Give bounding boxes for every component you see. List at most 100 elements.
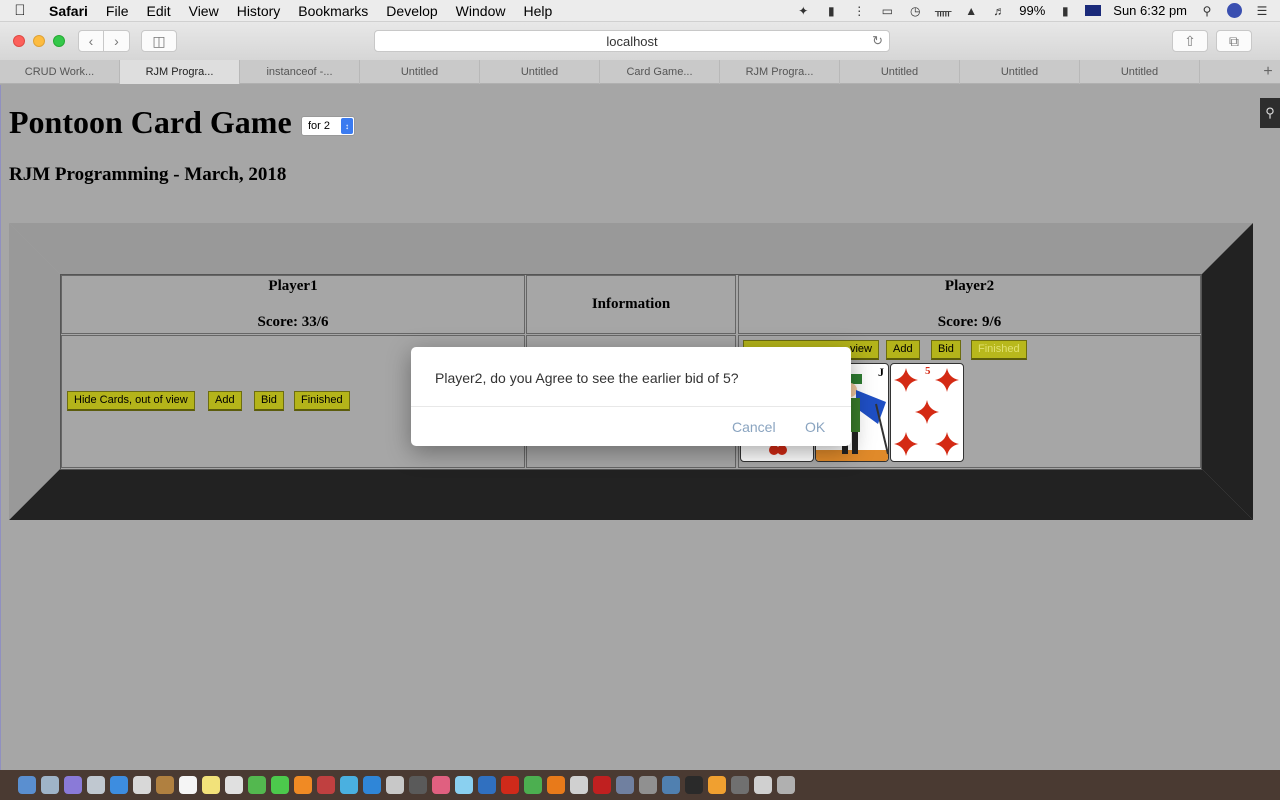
preview-icon[interactable] (40, 776, 59, 794)
player1-name: Player1 (268, 278, 318, 294)
player2-bid-button[interactable]: Bid (931, 340, 961, 360)
wifi-icon[interactable]: ▲ (963, 4, 979, 18)
filezilla-icon[interactable] (500, 776, 519, 794)
help-icon[interactable] (638, 776, 657, 794)
xcode-icon[interactable] (477, 776, 496, 794)
notes-icon[interactable] (201, 776, 220, 794)
address-bar[interactable]: localhost ↻ (374, 30, 890, 52)
mail-icon[interactable] (132, 776, 151, 794)
terminal-icon[interactable] (408, 776, 427, 794)
share-button[interactable]: ⇧ (1172, 30, 1208, 52)
volume-icon[interactable]: ♬ (991, 4, 1007, 18)
dialog-message: Player2, do you Agree to see the earlier… (435, 370, 739, 386)
bluetooth-icon[interactable]: ᚅ (935, 4, 951, 18)
notification-center-icon[interactable]: ☰ (1254, 4, 1270, 18)
messages-icon[interactable] (270, 776, 289, 794)
clock[interactable]: Sun 6:32 pm (1113, 3, 1187, 18)
tab-untitled-3[interactable]: Untitled (840, 60, 960, 84)
search-icon[interactable]: ⚲ (1260, 98, 1280, 128)
menu-safari[interactable]: Safari (40, 0, 97, 22)
contacts-icon[interactable] (155, 776, 174, 794)
facetime-icon[interactable] (339, 776, 358, 794)
back-button[interactable]: ‹ (78, 30, 104, 52)
photo-booth-icon[interactable] (316, 776, 335, 794)
menu-view[interactable]: View (180, 0, 228, 22)
textedit-icon[interactable] (569, 776, 588, 794)
show-all-tabs-button[interactable]: ⧉ (1216, 30, 1252, 52)
reminders-icon[interactable] (224, 776, 243, 794)
safari-icon[interactable] (109, 776, 128, 794)
new-tab-icon[interactable]: + (1256, 60, 1280, 83)
dialog-cancel-button[interactable]: Cancel (732, 419, 776, 435)
launchpad-icon[interactable] (86, 776, 105, 794)
player1-finished-button[interactable]: Finished (294, 391, 350, 411)
player1-header: Player1 Score: 33/6 (61, 275, 525, 334)
player-count-value: for 2 (308, 120, 331, 132)
calendar-icon[interactable] (178, 776, 197, 794)
siri-icon[interactable] (63, 776, 82, 794)
firefox-icon[interactable] (546, 776, 565, 794)
player1-bid-button[interactable]: Bid (254, 391, 284, 411)
time-machine-icon[interactable]: ◷ (907, 4, 923, 18)
menu-window[interactable]: Window (447, 0, 515, 22)
dots-icon[interactable]: ⋮ (851, 4, 867, 18)
tab-instanceof[interactable]: instanceof -... (240, 60, 360, 84)
jack-rank-label: J (878, 365, 884, 379)
itunes-icon[interactable] (431, 776, 450, 794)
chrome-icon[interactable] (523, 776, 542, 794)
menu-file[interactable]: File (97, 0, 138, 22)
menu-extra-icon[interactable]: ▮ (823, 4, 839, 18)
airplay-icon[interactable]: ▭ (879, 4, 895, 18)
reload-icon[interactable]: ↻ (872, 33, 883, 49)
close-window-button[interactable] (13, 35, 25, 47)
flag-icon[interactable] (1085, 5, 1102, 16)
tab-untitled-2[interactable]: Untitled (480, 60, 600, 84)
tab-untitled-5[interactable]: Untitled (1080, 60, 1200, 84)
menu-bar:  Safari File Edit View History Bookmark… (0, 0, 1280, 22)
minimize-window-button[interactable] (33, 35, 45, 47)
photos-icon[interactable] (293, 776, 312, 794)
opera-icon[interactable] (592, 776, 611, 794)
menu-edit[interactable]: Edit (137, 0, 179, 22)
scrollbar[interactable] (1260, 128, 1280, 770)
tab-untitled-1[interactable]: Untitled (360, 60, 480, 84)
downloads-icon[interactable] (753, 776, 772, 794)
tool-icon[interactable]: ✦ (795, 4, 811, 18)
player-count-select[interactable]: for 2 ↕ (301, 116, 355, 136)
menu-develop[interactable]: Develop (377, 0, 446, 22)
player1-hide-cards-button[interactable]: Hide Cards, out of view (67, 391, 195, 411)
app-store-icon[interactable] (362, 776, 381, 794)
maps-icon[interactable] (247, 776, 266, 794)
window-controls (13, 35, 65, 47)
github-icon[interactable] (707, 776, 726, 794)
address-text: localhost (606, 33, 658, 49)
menu-history[interactable]: History (228, 0, 290, 22)
player2-add-button[interactable]: Add (886, 340, 920, 360)
sidebar-toggle-button[interactable]: ◫ (141, 30, 177, 52)
tab-card-game[interactable]: Card Game... (600, 60, 720, 84)
console-icon[interactable] (684, 776, 703, 794)
ibooks-icon[interactable] (454, 776, 473, 794)
information-title: Information (591, 296, 671, 312)
player2-finished-button[interactable]: Finished (971, 340, 1027, 360)
tab-crud-work[interactable]: CRUD Work... (0, 60, 120, 84)
player1-add-button[interactable]: Add (208, 391, 242, 411)
tab-rjm-programming-active[interactable]: RJM Progra... (120, 60, 240, 84)
menu-bookmarks[interactable]: Bookmarks (289, 0, 377, 22)
activity-monitor-icon[interactable] (661, 776, 680, 794)
finder-icon[interactable] (17, 776, 36, 794)
utility-icon[interactable] (730, 776, 749, 794)
tab-rjm-programming-2[interactable]: RJM Progra... (720, 60, 840, 84)
tab-untitled-4[interactable]: Untitled (960, 60, 1080, 84)
zoom-window-button[interactable] (53, 35, 65, 47)
dialog-ok-button[interactable]: OK (805, 419, 825, 435)
virtualbox-icon[interactable] (615, 776, 634, 794)
menu-help[interactable]: Help (514, 0, 561, 22)
battery-icon[interactable]: ▮ (1057, 4, 1073, 18)
forward-button[interactable]: › (104, 30, 130, 52)
spotlight-search-icon[interactable]: ⚲ (1199, 4, 1215, 18)
trash-icon[interactable] (776, 776, 795, 794)
user-avatar-icon[interactable] (1227, 3, 1242, 18)
apple-menu-icon[interactable]:  (0, 2, 40, 19)
system-preferences-icon[interactable] (385, 776, 404, 794)
